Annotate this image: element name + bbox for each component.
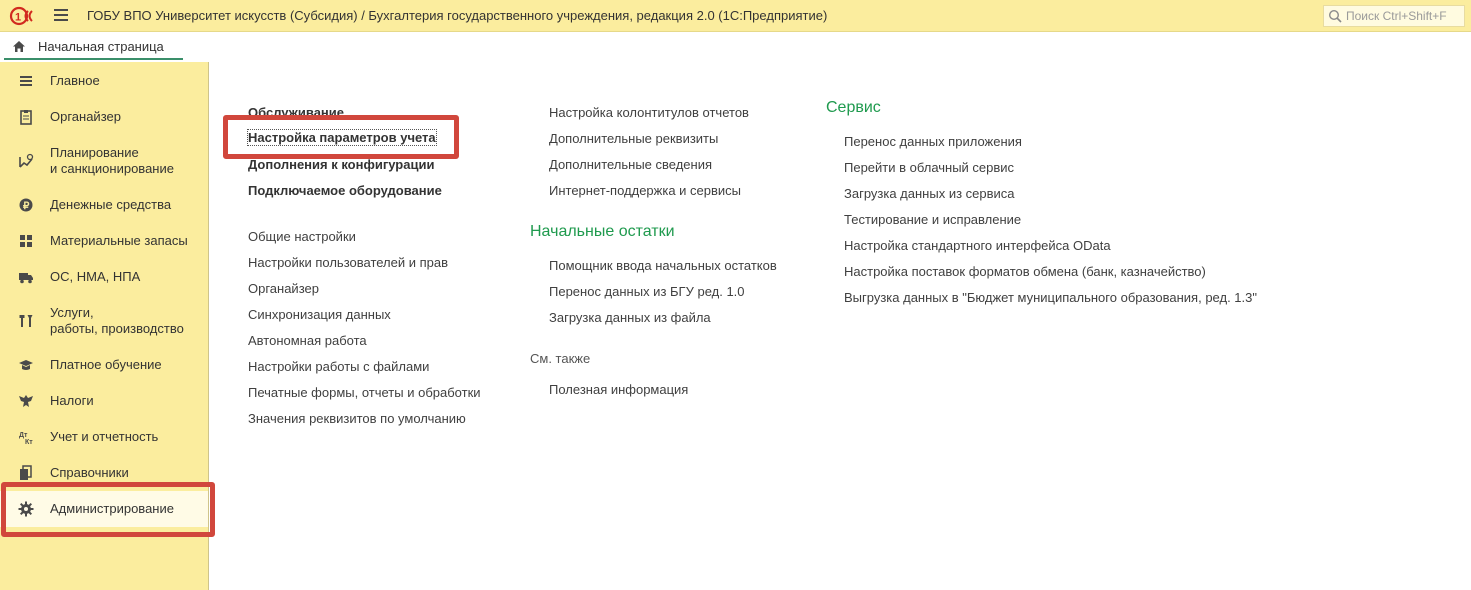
sidebar-item-label: Справочники (50, 465, 129, 480)
sidebar-item-label: Платное обучение (50, 357, 162, 372)
section-title-opening-balances: Начальные остатки (530, 223, 675, 240)
sidebar-item-fixed-assets[interactable]: ОС, НМА, НПА (0, 262, 208, 292)
link-transfer-bgu[interactable]: Перенос данных из БГУ ред. 1.0 (549, 284, 745, 299)
home-icon (13, 41, 25, 52)
sidebar-item-label: ОС, НМА, НПА (50, 269, 141, 284)
graduation-cap-icon (19, 360, 33, 370)
link-additional-info[interactable]: Дополнительные сведения (549, 157, 712, 172)
clipboard-icon (20, 110, 32, 125)
link-useful-info[interactable]: Полезная информация (549, 382, 688, 397)
svg-text:1: 1 (15, 12, 21, 24)
link-cloud-service[interactable]: Перейти в облачный сервис (844, 160, 1014, 175)
link-app-data-transfer[interactable]: Перенос данных приложения (844, 134, 1022, 149)
truck-icon (19, 273, 33, 284)
search-input[interactable]: Поиск Ctrl+Shift+F (1323, 5, 1465, 27)
search-placeholder: Поиск Ctrl+Shift+F (1346, 9, 1447, 23)
grid-icon (20, 235, 32, 247)
svg-text:Кт: Кт (25, 439, 33, 445)
tab-home-label: Начальная страница (38, 39, 164, 54)
link-offline-work[interactable]: Автономная работа (248, 333, 367, 348)
sidebar-item-paid-education[interactable]: Платное обучение (0, 350, 208, 380)
sidebar-item-services[interactable]: Услуги, работы, производство (0, 300, 208, 340)
sidebar-item-taxes[interactable]: Налоги (0, 386, 208, 416)
1c-logo-icon[interactable]: 1 (9, 6, 41, 26)
link-organizer[interactable]: Органайзер (248, 281, 319, 296)
link-exchange-formats[interactable]: Настройка поставок форматов обмена (банк… (844, 264, 1206, 279)
sidebar-item-directories[interactable]: Справочники (0, 458, 208, 488)
link-default-values[interactable]: Значения реквизитов по умолчанию (248, 411, 466, 426)
svg-text:Дт: Дт (19, 432, 28, 439)
sidebar-item-organizer[interactable]: Органайзер (0, 102, 208, 132)
link-internet-support[interactable]: Интернет-поддержка и сервисы (549, 183, 741, 198)
sidebar-item-materials[interactable]: Материальные запасы (0, 226, 208, 256)
sidebar-item-administration[interactable]: Администрирование (0, 491, 208, 527)
sidebar-item-label: Учет и отчетность (50, 429, 159, 444)
menu-lines-icon (20, 76, 32, 86)
app-title: ГОБУ ВПО Университет искусств (Субсидия)… (87, 8, 828, 23)
eagle-icon (19, 395, 33, 407)
link-opening-balances-wizard[interactable]: Помощник ввода начальных остатков (549, 258, 777, 273)
link-load-from-file[interactable]: Загрузка данных из файла (549, 310, 711, 325)
link-data-sync[interactable]: Синхронизация данных (248, 307, 391, 322)
link-odata[interactable]: Настройка стандартного интерфейса OData (844, 238, 1111, 253)
sidebar-item-label: Материальные запасы (50, 233, 188, 248)
link-additional-attributes[interactable]: Дополнительные реквизиты (549, 131, 718, 146)
see-also-title: См. также (530, 351, 591, 366)
search-icon (1328, 9, 1342, 23)
books-icon (20, 465, 32, 480)
sections-panel: Главное Органайзер Планирование и санкци… (0, 62, 209, 590)
link-configuration-extensions[interactable]: Дополнения к конфигурации (248, 157, 434, 172)
main-menu-icon[interactable] (54, 9, 68, 21)
link-maintenance[interactable]: Обслуживание (248, 105, 344, 120)
coin-icon: ₽ (19, 198, 33, 212)
link-file-settings[interactable]: Настройки работы с файлами (248, 359, 429, 374)
link-load-from-service[interactable]: Загрузка данных из сервиса (844, 186, 1015, 201)
debit-credit-icon: ДтКт (19, 432, 33, 445)
sidebar-item-label: Денежные средства (50, 197, 172, 212)
title-bar: 1 ГОБУ ВПО Университет искусств (Субсиди… (0, 0, 1471, 32)
tools-icon (19, 315, 33, 327)
link-accounting-parameters[interactable]: Настройка параметров учета (247, 129, 437, 146)
link-print-forms[interactable]: Печатные формы, отчеты и обработки (248, 385, 481, 400)
section-title-service: Сервис (826, 99, 881, 116)
gear-icon (18, 501, 34, 517)
sidebar-item-label: Главное (50, 73, 100, 88)
sidebar-item-label: Услуги, работы, производство (50, 305, 184, 336)
planning-icon (19, 153, 34, 168)
sidebar-item-planning[interactable]: Планирование и санкционирование (0, 140, 208, 180)
link-connected-equipment[interactable]: Подключаемое оборудование (248, 183, 442, 198)
link-municipal-budget-export[interactable]: Выгрузка данных в "Бюджет муниципального… (844, 290, 1257, 305)
sidebar-item-label: Органайзер (50, 109, 121, 124)
sidebar-item-money[interactable]: ₽ Денежные средства (0, 190, 208, 220)
sidebar-item-main[interactable]: Главное (0, 66, 208, 96)
link-report-headers[interactable]: Настройка колонтитулов отчетов (549, 105, 749, 120)
sidebar-item-label: Планирование и санкционирование (50, 145, 174, 176)
sidebar-item-label: Администрирование (50, 501, 174, 516)
svg-text:₽: ₽ (23, 201, 30, 212)
link-general-settings[interactable]: Общие настройки (248, 229, 356, 244)
link-test-repair[interactable]: Тестирование и исправление (844, 212, 1021, 227)
tab-home[interactable]: Начальная страница (4, 33, 183, 60)
link-users-rights[interactable]: Настройки пользователей и прав (248, 255, 448, 270)
sidebar-item-label: Налоги (50, 393, 94, 408)
sidebar-item-accounting[interactable]: Дт Кт Учет и отчетность (0, 422, 208, 452)
tab-strip (0, 32, 1471, 62)
